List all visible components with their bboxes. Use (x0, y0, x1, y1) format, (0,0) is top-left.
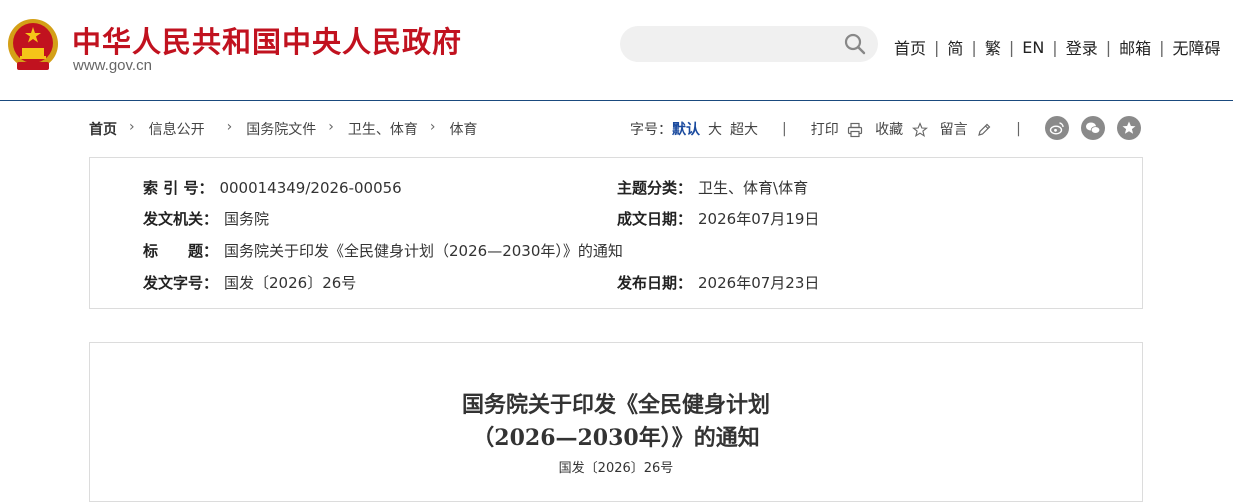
info-topic-row: 主题分类： 卫生、体育\体育 (617, 177, 808, 198)
article-panel: 国务院关于印发《全民健身计划 （2026—2030年）》的通知 国发〔2026〕… (89, 342, 1143, 502)
font-size-large[interactable]: 大 (708, 119, 722, 139)
site-url[interactable]: www.gov.cn (73, 57, 152, 74)
info-issuer-label: 发文机关： (143, 210, 219, 228)
nav-traditional[interactable]: 繁 (985, 35, 1001, 59)
info-topic-label: 主题分类： (617, 179, 693, 197)
search-input[interactable] (638, 34, 847, 56)
chevron-right-icon: › (129, 119, 135, 135)
pencil-icon (978, 123, 991, 136)
search-box (620, 26, 878, 62)
info-created-value: 2026年07月19日 (698, 210, 820, 228)
comment-label: 留言 (939, 122, 968, 138)
favorite-button[interactable]: 收藏 (875, 119, 928, 139)
info-issuer-row: 发文机关： 国务院 (143, 208, 269, 229)
star-outline-icon (911, 122, 928, 138)
page-tools: 字号： 默认 大 超大 | 打印 收藏 留言 | (630, 119, 1045, 139)
toolbar: 首页 › 信息公开 › 国务院文件 › 卫生、体育 › 体育 字号： 默认 大 … (0, 112, 1233, 144)
info-index-row: 索 引 号： 000014349/2026-00056 (143, 177, 402, 198)
comment-button[interactable]: 留言 (940, 119, 992, 139)
print-button[interactable]: 打印 (811, 119, 863, 139)
wechat-icon[interactable] (1081, 116, 1105, 140)
info-created-label: 成文日期： (617, 210, 693, 228)
nav-separator: | (1052, 37, 1058, 57)
print-label: 打印 (810, 122, 839, 138)
top-nav: 首页 | 简 | 繁 | EN | 登录 | 邮箱 | 无障碍 (894, 35, 1221, 59)
star-icon[interactable] (1117, 116, 1141, 140)
breadcrumb-sports[interactable]: 体育 (449, 119, 477, 139)
breadcrumb-health-sports[interactable]: 卫生、体育 (348, 119, 418, 139)
search-icon[interactable] (844, 33, 866, 55)
article-doc-number: 国发〔2026〕26号 (558, 461, 674, 476)
nav-separator: | (1008, 37, 1015, 57)
article-title-line2: （2026—2030年）》的通知 (472, 425, 760, 451)
font-size-default[interactable]: 默认 (672, 119, 700, 139)
info-index-value: 000014349/2026-00056 (219, 179, 402, 197)
chevron-right-icon: › (226, 119, 233, 135)
favorite-label: 收藏 (875, 122, 904, 138)
info-topic-value: 卫生、体育\体育 (698, 179, 809, 197)
info-docno-label: 发文字号： (143, 274, 219, 292)
tool-separator: | (782, 121, 787, 137)
tool-separator: | (1016, 121, 1021, 137)
printer-icon (848, 122, 863, 138)
info-created-row: 成文日期： 2026年07月19日 (617, 208, 819, 229)
breadcrumb: 首页 › 信息公开 › 国务院文件 › 卫生、体育 › 体育 (89, 119, 477, 139)
breadcrumb-info-public[interactable]: 信息公开 (149, 119, 205, 139)
info-published-row: 发布日期： 2026年07月23日 (617, 272, 819, 293)
nav-separator: | (971, 37, 977, 57)
breadcrumb-state-council-docs[interactable]: 国务院文件 (246, 119, 316, 139)
nav-english[interactable]: EN (1022, 38, 1044, 57)
info-title-value: 国务院关于印发《全民健身计划（2026—2030年）》的通知 (224, 242, 623, 260)
national-emblem-icon[interactable] (7, 18, 59, 72)
info-docno-row: 发文字号： 国发〔2026〕26号 (143, 272, 356, 293)
info-issuer-value: 国务院 (224, 210, 270, 228)
site-title[interactable]: 中华人民共和国中央人民政府 (72, 19, 462, 61)
chevron-right-icon: › (328, 119, 334, 135)
nav-separator: | (1159, 37, 1165, 57)
weibo-icon[interactable] (1045, 116, 1069, 140)
article-title-line1: 国务院关于印发《全民健身计划 (461, 392, 770, 418)
info-title-label: 标 题： (143, 242, 219, 260)
font-size-label: 字号： (630, 122, 672, 138)
info-docno-value: 国发〔2026〕26号 (224, 274, 357, 292)
document-info-box: 索 引 号： 000014349/2026-00056 主题分类： 卫生、体育\体育… (89, 157, 1143, 309)
nav-login[interactable]: 登录 (1066, 35, 1098, 59)
font-size-xlarge[interactable]: 超大 (730, 119, 758, 139)
nav-home[interactable]: 首页 (894, 35, 926, 59)
info-published-value: 2026年07月23日 (698, 274, 820, 292)
nav-accessibility[interactable]: 无障碍 (1173, 35, 1221, 59)
info-title-row: 标 题： 国务院关于印发《全民健身计划（2026—2030年）》的通知 (143, 240, 623, 261)
info-index-label: 索 引 号： (143, 179, 214, 197)
chevron-right-icon: › (429, 119, 436, 135)
site-header: 中华人民共和国中央人民政府 www.gov.cn 首页 | 简 | 繁 | EN… (0, 0, 1233, 101)
nav-mail[interactable]: 邮箱 (1119, 35, 1151, 59)
nav-separator: | (934, 37, 940, 57)
nav-simplified[interactable]: 简 (947, 35, 963, 59)
share-bar (1045, 116, 1141, 140)
nav-separator: | (1105, 37, 1112, 57)
breadcrumb-home[interactable]: 首页 (89, 119, 117, 139)
info-published-label: 发布日期： (617, 274, 693, 292)
